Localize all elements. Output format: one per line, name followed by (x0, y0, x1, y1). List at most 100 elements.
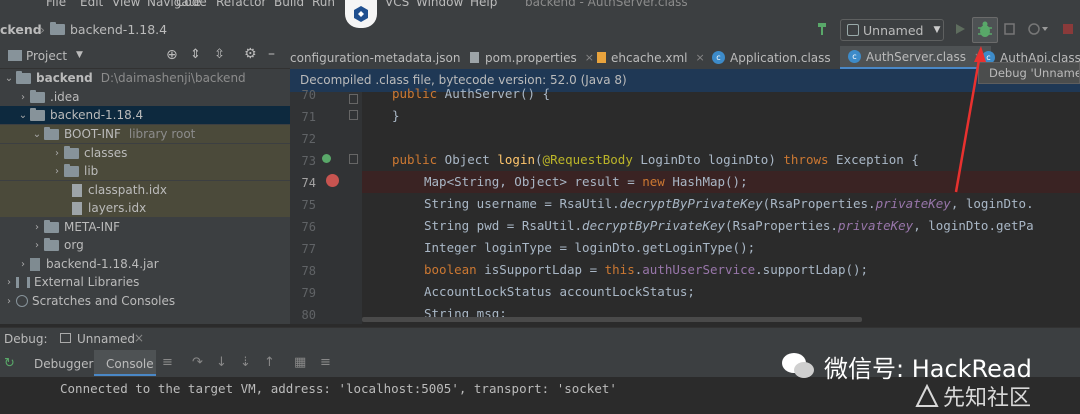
line-number: 76 (301, 220, 316, 234)
line-number: 70 (301, 88, 316, 102)
expand-all-icon[interactable]: ⇕ (190, 47, 201, 62)
class-icon: c (848, 50, 861, 63)
close-icon[interactable]: × (585, 51, 594, 64)
evaluate-icon[interactable]: ▦ (294, 355, 306, 370)
chevron-right-icon[interactable]: › (30, 240, 44, 251)
chevron-right-icon[interactable]: › (30, 222, 44, 233)
tree-item-label: Scratches and Consoles (32, 294, 176, 308)
collapse-all-icon[interactable]: ⇳ (214, 47, 225, 62)
breadcrumb-project[interactable]: ckend (0, 22, 42, 37)
close-icon[interactable]: × (134, 331, 144, 345)
banner-text: Decompiled .class file, bytecode version… (300, 73, 627, 87)
run-configuration-label: Unnamed (863, 22, 924, 38)
step-into-icon[interactable]: ↓ (216, 355, 227, 370)
wechat-watermark-text: 微信号: HackRead (824, 354, 1032, 383)
menu-window[interactable]: Window (416, 0, 463, 9)
site-watermark-text: 先知社区 (943, 386, 1032, 411)
build-hammer-icon[interactable] (812, 18, 834, 40)
tree-item-classes[interactable]: › classes (0, 144, 290, 162)
tree-item-external-libraries[interactable]: › External Libraries (0, 273, 290, 291)
breadcrumb-module[interactable]: backend-1.18.4 (70, 22, 167, 37)
chevron-right-icon[interactable]: › (2, 277, 16, 288)
run-icon[interactable] (950, 18, 970, 40)
force-step-into-icon[interactable]: ⇣ (240, 355, 251, 370)
tree-item-scratches[interactable]: › Scratches and Consoles (0, 292, 290, 310)
menu-file[interactable]: File (46, 0, 66, 9)
fold-icon[interactable] (349, 154, 358, 164)
tab-label: ehcache.xml (611, 50, 688, 65)
close-icon[interactable]: × (695, 51, 704, 64)
xml-file-icon (597, 52, 606, 63)
tab-application-class[interactable]: c Application.class × (712, 46, 848, 69)
menu-run[interactable]: Run (312, 0, 335, 9)
tree-item-classpath-idx[interactable]: classpath.idx (0, 181, 290, 199)
breakpoint-icon[interactable] (326, 174, 339, 187)
project-panel-title[interactable]: Project (26, 49, 67, 63)
file-icon (470, 52, 479, 63)
tree-item-label: backend-1.18.4 (50, 108, 144, 122)
tab-pom-properties[interactable]: pom.properties × (470, 46, 594, 69)
chevron-right-icon[interactable]: › (16, 92, 30, 103)
class-icon: c (712, 51, 725, 64)
line-number: 80 (301, 308, 316, 322)
menu-refactor[interactable]: Refactor (216, 0, 266, 9)
folder-icon (30, 107, 45, 121)
chevron-down-icon: ▼ (933, 25, 941, 35)
line-number: 72 (301, 132, 316, 146)
gear-icon[interactable]: ⚙ (244, 46, 257, 62)
menu-build[interactable]: Build (274, 0, 304, 9)
chevron-right-icon[interactable]: › (2, 296, 16, 307)
fold-icon[interactable] (349, 110, 358, 120)
menu-bar: File Edit View Navigate Code Refactor Bu… (0, 0, 1080, 10)
tree-item-boot-inf[interactable]: ⌄ BOOT-INF library root (0, 125, 290, 143)
chevron-right-icon[interactable]: › (50, 166, 64, 177)
tab-debugger[interactable]: Debugger (34, 357, 93, 371)
chevron-right-icon[interactable]: › (50, 148, 64, 159)
debug-session-name[interactable]: Unnamed (77, 332, 135, 346)
tree-item-jar[interactable]: › backend-1.18.4.jar (0, 255, 290, 273)
code-line-73: public Object login(@RequestBody LoginDt… (392, 152, 919, 167)
jar-icon (30, 257, 40, 271)
tree-item-meta-inf[interactable]: › META-INF (0, 218, 290, 236)
tree-item-label: .idea (50, 90, 80, 104)
menu-edit[interactable]: Edit (80, 0, 103, 9)
crosshair-icon[interactable]: ⊕ (166, 47, 178, 63)
override-marker-icon[interactable] (322, 154, 331, 163)
menu-view[interactable]: View (112, 0, 140, 9)
code-line-76: String pwd = RsaUtil.decryptByPrivateKey… (424, 218, 1034, 233)
step-over-icon[interactable]: ↷ (192, 355, 203, 370)
tree-item-layers-idx[interactable]: layers.idx (0, 199, 290, 217)
line-number: 79 (301, 286, 316, 300)
tab-console[interactable]: Console (106, 357, 154, 371)
minimize-icon[interactable]: – (268, 46, 275, 62)
folder-icon (44, 126, 59, 140)
step-out-icon[interactable]: ↑ (264, 355, 275, 370)
tab-ehcache-xml[interactable]: ehcache.xml × (597, 46, 705, 69)
run-configuration-select[interactable]: Unnamed ▼ (840, 19, 944, 41)
chevron-down-icon[interactable]: ⌄ (30, 129, 44, 140)
menu-help[interactable]: Help (470, 0, 497, 9)
horizontal-scrollbar[interactable] (362, 317, 862, 322)
tree-item-backend[interactable]: ⌄ backend D:\daimashenji\backend (0, 69, 290, 87)
chevron-down-icon[interactable]: ⌄ (16, 110, 30, 121)
session-icon (60, 333, 71, 343)
tree-item-backend-1-18-4[interactable]: ⌄ backend-1.18.4 (0, 106, 290, 124)
tab-configuration-metadata[interactable]: configuration-metadata.json × (290, 46, 478, 69)
chevron-down-icon[interactable]: ▼ (76, 50, 83, 60)
chevron-down-icon[interactable]: ⌄ (2, 73, 16, 84)
tree-item-idea[interactable]: › .idea (0, 88, 290, 106)
fold-icon[interactable] (349, 94, 358, 104)
folder-icon (30, 89, 45, 103)
profile-icon[interactable] (1024, 18, 1052, 40)
menu-vcs[interactable]: VCS (385, 0, 409, 9)
stop-icon[interactable] (1058, 18, 1078, 40)
menu-code[interactable]: Code (176, 0, 207, 9)
chevron-right-icon[interactable]: › (16, 259, 30, 270)
tree-item-org[interactable]: › org (0, 236, 290, 254)
rerun-icon[interactable]: ↻ (4, 356, 15, 371)
more-icon[interactable]: ≡ (320, 355, 331, 370)
coverage-icon[interactable] (1000, 18, 1020, 40)
library-icon (16, 276, 30, 288)
menu-icon[interactable]: ≡ (162, 355, 173, 370)
tree-item-lib[interactable]: › lib (0, 162, 290, 180)
